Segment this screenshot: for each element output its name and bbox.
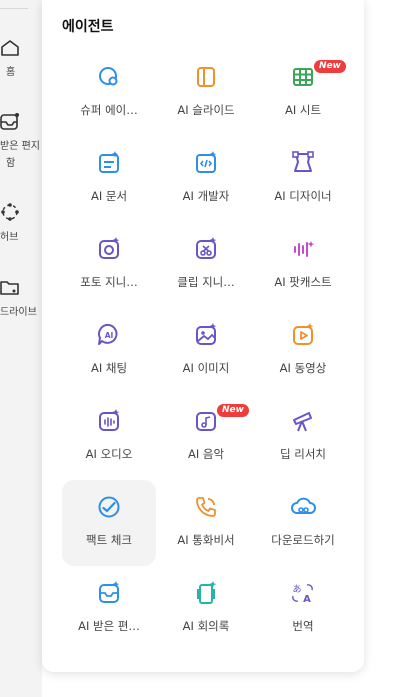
agent-ai-meeting-notes[interactable]: AI 회의록	[159, 566, 253, 652]
clip-genie-icon	[193, 236, 219, 262]
sidebar-divider	[0, 8, 28, 9]
agents-panel: 에이전트 슈퍼 에이… AI 슬라이드 New AI 시트 AI 문서 AI 개…	[42, 0, 364, 672]
agent-ai-designer[interactable]: AI 디자이너	[256, 136, 350, 222]
photo-genie-icon	[96, 236, 122, 262]
new-badge: New	[314, 60, 346, 73]
developer-icon	[193, 150, 219, 176]
docs-icon	[96, 150, 122, 176]
agent-ai-audio[interactable]: AI 오디오	[62, 394, 156, 480]
hub-icon	[0, 202, 20, 222]
agent-label: AI 회의록	[182, 619, 230, 633]
sidebar-item-label: 홈	[6, 67, 16, 78]
agent-translate[interactable]: あA 번역	[256, 566, 350, 652]
agent-label: 번역	[292, 619, 314, 633]
agent-label: AI 문서	[90, 189, 128, 203]
call-assistant-icon	[193, 494, 219, 520]
agent-deep-research[interactable]: 딥 리서치	[256, 394, 350, 480]
agent-ai-video[interactable]: AI 동영상	[256, 308, 350, 394]
agent-label: AI 팟캐스트	[274, 275, 332, 289]
agent-label: AI 동영상	[279, 361, 327, 375]
video-icon	[290, 322, 316, 348]
left-sidebar: 홈 받은 편지 함 허브 드라이브	[0, 0, 42, 697]
podcast-icon	[290, 236, 316, 262]
music-icon	[193, 408, 219, 434]
sidebar-item-label: 허브	[0, 232, 19, 243]
svg-text:AI: AI	[105, 331, 114, 340]
agent-label: 클립 지니…	[177, 275, 235, 289]
agent-photo-genie[interactable]: 포토 지니…	[62, 222, 156, 308]
agent-ai-slides[interactable]: AI 슬라이드	[159, 50, 253, 136]
agent-ai-chat[interactable]: AI AI 채팅	[62, 308, 156, 394]
sidebar-item-home[interactable]: 홈	[0, 36, 42, 86]
sidebar-item-label: 받은 편지	[0, 141, 40, 152]
agent-label: AI 통화비서	[177, 533, 235, 547]
audio-icon	[96, 408, 122, 434]
agent-clip-genie[interactable]: 클립 지니…	[159, 222, 253, 308]
agent-ai-image[interactable]: AI 이미지	[159, 308, 253, 394]
sidebar-item-drive[interactable]: 드라이브	[0, 276, 42, 326]
agents-grid: 슈퍼 에이… AI 슬라이드 New AI 시트 AI 문서 AI 개발자 AI…	[62, 50, 350, 652]
inbox-icon	[0, 112, 20, 132]
image-icon	[193, 322, 219, 348]
home-icon	[0, 38, 20, 58]
agent-label: AI 오디오	[85, 447, 133, 461]
agent-ai-sheets[interactable]: New AI 시트	[256, 50, 350, 136]
meeting-notes-icon	[193, 580, 219, 606]
ai-inbox-icon	[96, 580, 122, 606]
panel-title: 에이전트	[62, 19, 114, 35]
agent-label: AI 받은 편…	[78, 619, 140, 633]
sidebar-item-hub[interactable]: 허브	[0, 200, 42, 250]
super-agent-icon	[96, 64, 122, 90]
agent-label: 딥 리서치	[280, 447, 326, 461]
agent-label: AI 이미지	[182, 361, 230, 375]
agent-download[interactable]: 다운로드하기	[256, 480, 350, 566]
agent-ai-developer[interactable]: AI 개발자	[159, 136, 253, 222]
sheets-icon	[290, 64, 316, 90]
translate-icon: あA	[290, 580, 316, 606]
agent-label: 포토 지니…	[80, 275, 138, 289]
agent-ai-music[interactable]: New AI 음악	[159, 394, 253, 480]
sidebar-item-inbox[interactable]: 받은 편지 함	[0, 112, 42, 174]
agent-ai-inbox[interactable]: AI 받은 편…	[62, 566, 156, 652]
new-badge: New	[217, 404, 249, 417]
agent-label: AI 슬라이드	[177, 103, 235, 117]
agent-ai-call-assistant[interactable]: AI 통화비서	[159, 480, 253, 566]
agent-label: 슈퍼 에이…	[80, 103, 138, 117]
agent-label: AI 개발자	[182, 189, 230, 203]
designer-icon	[290, 150, 316, 176]
chat-icon: AI	[96, 322, 122, 348]
agent-label: 다운로드하기	[271, 533, 335, 547]
sidebar-item-label: 드라이브	[0, 307, 37, 318]
svg-text:A: A	[303, 594, 311, 605]
agent-ai-podcast[interactable]: AI 팟캐스트	[256, 222, 350, 308]
sidebar-item-label: 함	[6, 158, 16, 169]
agent-fact-check[interactable]: 팩트 체크	[62, 480, 156, 566]
agent-label: 팩트 체크	[86, 533, 132, 547]
agent-label: AI 채팅	[90, 361, 128, 375]
agent-label: AI 디자이너	[274, 189, 332, 203]
drive-icon	[0, 278, 20, 298]
agent-label: AI 음악	[187, 447, 225, 461]
fact-check-icon	[96, 494, 122, 520]
agent-label: AI 시트	[284, 103, 322, 117]
telescope-icon	[290, 408, 316, 434]
slides-icon	[193, 64, 219, 90]
agent-super-agent[interactable]: 슈퍼 에이…	[62, 50, 156, 136]
agent-ai-docs[interactable]: AI 문서	[62, 136, 156, 222]
svg-text:あ: あ	[292, 584, 301, 595]
cloud-download-icon	[290, 494, 316, 520]
